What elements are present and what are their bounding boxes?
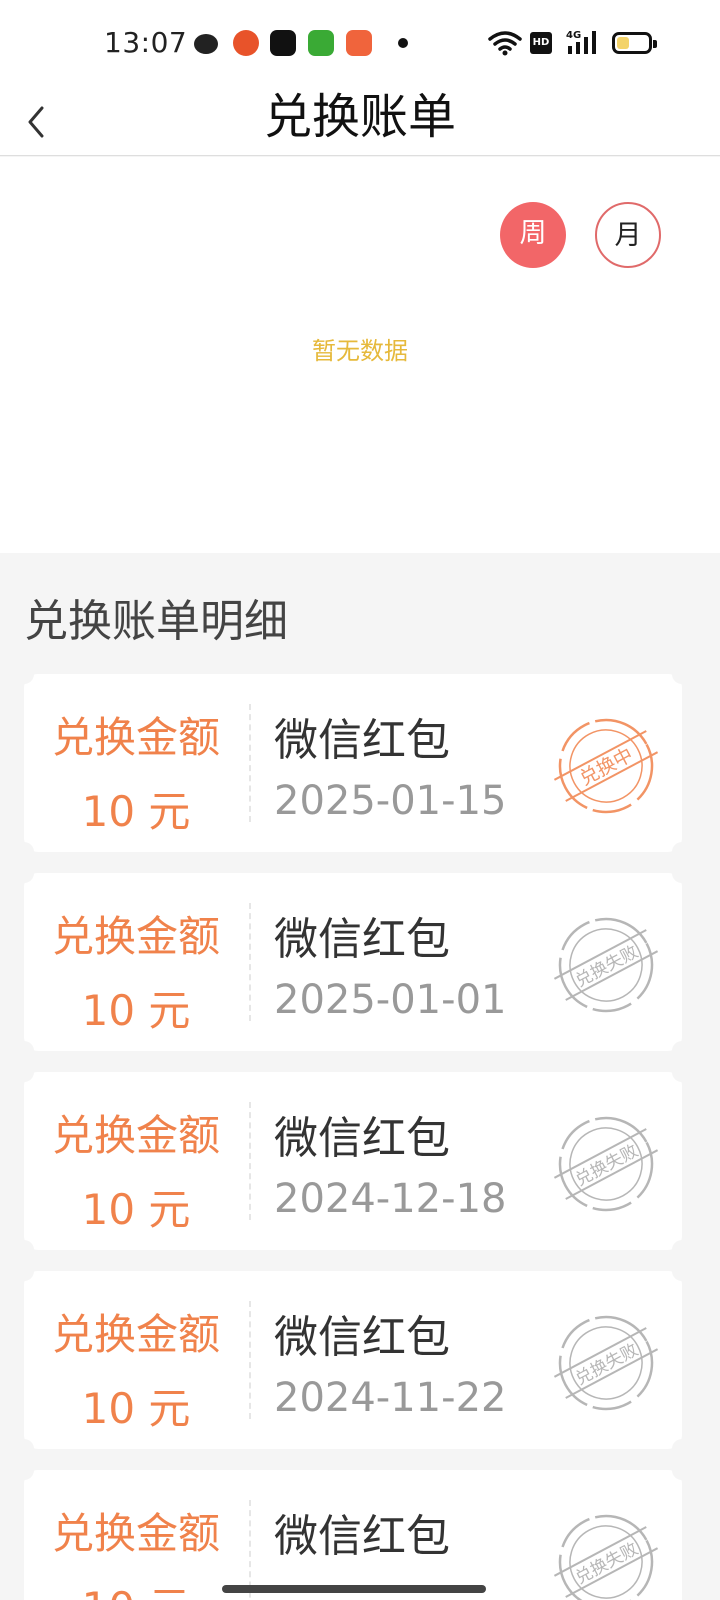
reward-name: 微信红包 [274,1113,450,1164]
amount-value: 10 元 [81,986,191,1035]
signal-icon: 4G [566,30,596,54]
dashed-divider [249,1102,251,1220]
status-stamp-text: 兑换失败 [572,1340,641,1390]
more-notifications-icon [398,38,408,48]
amount-label: 兑换金额 [51,1509,220,1558]
status-stamp-text: 兑换中 [576,744,637,790]
status-stamp-text: 兑换失败 [572,1539,641,1589]
svg-text:4G: 4G [566,30,581,41]
status-stamp-icon: 兑换中 [554,718,658,814]
amount-value: 10 元 [81,787,191,836]
amount-label: 兑换金额 [51,713,220,762]
record-card[interactable]: 兑换金额 10 元 微信红包 2024-11-22 兑换失败 [14,1261,692,1459]
reward-name: 微信红包 [274,715,450,766]
wechat-notification-icon [194,34,218,54]
status-stamp-icon: 兑换失败 [554,1514,658,1600]
tiktok-notification-icon [270,30,296,56]
reward-name: 微信红包 [274,1312,450,1363]
amount-value: 10 元 [46,1574,226,1600]
app-notification-icon [346,30,372,56]
status-time: 13:07 [104,26,188,59]
record-date: 2025-01-01 [274,977,507,1023]
record-card[interactable]: 兑换金额 10 元 微信红包 2024-12-18 兑换失败 [14,1062,692,1260]
status-stamp-icon: 兑换失败 [554,1116,658,1212]
amount-label: 兑换金额 [51,912,220,961]
status-bar: 13:07 HD 4G [0,0,720,88]
status-stamp-text: 兑换失败 [572,942,641,992]
wifi-icon [488,31,522,56]
empty-state-text: 暂无数据 [312,337,408,365]
exchange-bill-page: 13:07 HD 4G 兑换账单 周 月 暂无数据 兑换账单明细 兑换金额 10… [0,0,720,1600]
dashed-divider [249,903,251,1021]
page-title: 兑换账单 [263,89,456,145]
period-month-button[interactable]: 月 [595,202,661,268]
amount-value: 10 元 [81,1185,191,1234]
dashed-divider [249,1301,251,1419]
reward-name: 微信红包 [274,1511,450,1562]
status-stamp-icon: 兑换失败 [554,917,658,1013]
record-card[interactable]: 兑换金额 10 元 微信红包兑换失败 [14,1460,692,1600]
game-notification-icon [308,30,334,56]
amount-label: 兑换金额 [51,1111,220,1160]
reward-name: 微信红包 [274,914,450,965]
record-date: 2024-12-18 [274,1176,507,1222]
amount-label: 兑换金额 [51,1310,220,1359]
record-date: 2025-01-15 [274,778,507,824]
hd-voice-icon: HD [530,32,552,54]
nav-header: 兑换账单 [0,88,720,156]
record-card[interactable]: 兑换金额 10 元 微信红包 2025-01-15 兑换中 [14,664,692,862]
home-indicator[interactable] [222,1585,486,1593]
dashed-divider [249,704,251,822]
status-stamp-icon: 兑换失败 [554,1315,658,1411]
record-date: 2024-11-22 [274,1375,507,1421]
amount-value: 10 元 [81,1384,191,1433]
period-week-button[interactable]: 周 [500,202,566,268]
weibo-notification-icon [233,30,259,56]
section-title: 兑换账单明细 [24,596,288,647]
status-stamp-text: 兑换失败 [572,1141,641,1191]
record-card[interactable]: 兑换金额 10 元 微信红包 2025-01-01 兑换失败 [14,863,692,1061]
bill-chart-area: 周 月 暂无数据 [0,157,720,553]
battery-icon [612,32,657,54]
